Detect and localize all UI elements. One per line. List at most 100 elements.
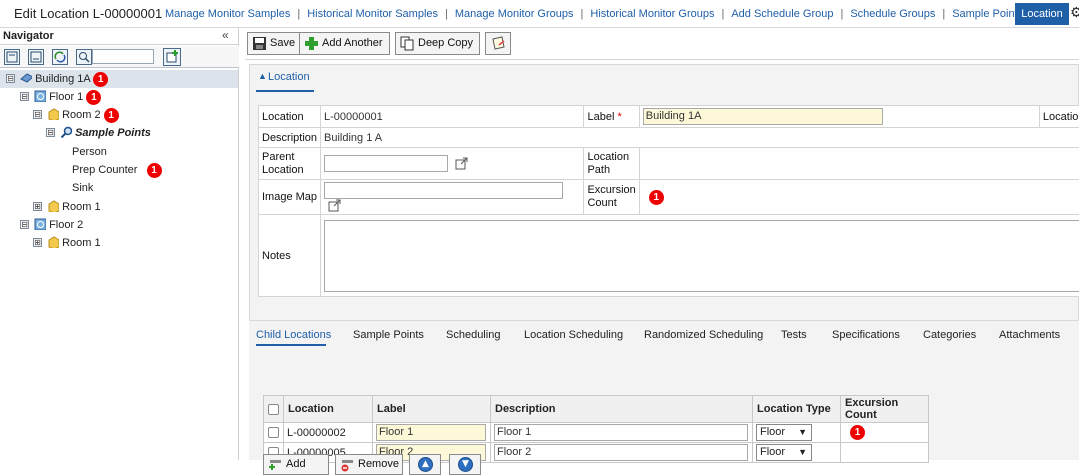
select-all-checkbox[interactable]	[268, 403, 279, 415]
tree-node-person[interactable]: Person	[72, 143, 107, 161]
column-header[interactable]: Description	[490, 395, 753, 423]
add-row-button[interactable]: Add	[263, 454, 329, 475]
excursion-badge: 1	[146, 162, 162, 178]
description-value[interactable]: Building 1 A	[320, 127, 1079, 148]
tree-node-room-2[interactable]: ⊟ Room 2 1	[33, 106, 119, 124]
page-title: Edit Location L-00000001	[14, 6, 163, 21]
tab-sample-points[interactable]: Sample Points	[353, 329, 424, 341]
tree-node-label: Floor 2	[49, 219, 84, 231]
collapse-node-icon[interactable]: ⊟	[33, 110, 42, 119]
navigator-search-input[interactable]	[92, 49, 154, 64]
field-label-notes: Notes	[257, 214, 322, 297]
link-sample-points[interactable]: Sample Points	[952, 8, 1023, 20]
expand-all-icon[interactable]	[4, 49, 20, 65]
collapse-icon[interactable]: «	[222, 28, 229, 42]
tab-location-section[interactable]: Location	[256, 71, 310, 91]
tree-node-sink[interactable]: Sink	[72, 179, 93, 197]
link-manage-monitor-groups[interactable]: Manage Monitor Groups	[455, 8, 574, 20]
tab-location-scheduling[interactable]: Location Scheduling	[524, 329, 623, 341]
note-button[interactable]	[485, 32, 511, 55]
tab-tests[interactable]: Tests	[781, 329, 807, 341]
location-type-select[interactable]: Floor ▼	[756, 424, 812, 441]
tab-randomized-scheduling[interactable]: Randomized Scheduling	[644, 329, 763, 341]
expand-node-icon[interactable]: ⊞	[33, 238, 42, 247]
room-cube-icon	[48, 236, 59, 248]
collapse-node-icon[interactable]: ⊟	[20, 220, 29, 229]
collapse-node-icon[interactable]: ⊟	[46, 128, 55, 137]
tree-node-floor-1[interactable]: ⊟ Floor 1 1	[20, 88, 102, 106]
search-icon[interactable]	[76, 49, 92, 65]
link-add-schedule-group[interactable]: Add Schedule Group	[731, 8, 833, 20]
row-description-cell: Floor 1	[490, 422, 753, 443]
image-map-cell	[320, 179, 585, 215]
add-node-icon[interactable]	[163, 48, 181, 66]
deep-copy-button[interactable]: Deep Copy	[395, 32, 481, 55]
row-checkbox[interactable]	[268, 427, 279, 439]
plus-icon	[305, 37, 318, 50]
row-description-input[interactable]: Floor 2	[494, 444, 748, 461]
magnifier-icon	[60, 126, 72, 138]
move-up-button[interactable]: ▲	[409, 454, 441, 475]
tree-node-label: Room 1	[62, 201, 101, 213]
tree-node-sample-points[interactable]: ⊟ Sample Points	[46, 124, 151, 142]
open-link-icon[interactable]	[455, 157, 468, 170]
field-label-location-cut: Location	[1038, 105, 1079, 128]
child-tabs-panel: Child Locations Sample Points Scheduling…	[249, 320, 1079, 475]
add-another-button[interactable]: Add Another	[299, 32, 390, 55]
tree-node-room-1-floor-2[interactable]: ⊞ Room 1	[33, 234, 101, 252]
building-icon	[20, 73, 32, 83]
collapse-node-icon[interactable]: ⊟	[20, 92, 29, 101]
column-header[interactable]: Label	[372, 395, 491, 423]
field-label-location: Location	[257, 105, 322, 128]
gear-icon[interactable]: ⚙	[1070, 4, 1079, 21]
table-header-row: Location Label Description Location Type…	[263, 395, 929, 423]
link-historical-monitor-samples[interactable]: Historical Monitor Samples	[307, 8, 438, 20]
tree-node-building-1a[interactable]: ⊟ Building 1A 1	[6, 70, 109, 88]
column-header[interactable]: Excursion Count	[840, 395, 929, 423]
location-type-select[interactable]: Floor ▼	[756, 444, 812, 461]
top-bar: Edit Location L-00000001 Manage Monitor …	[0, 0, 1079, 28]
save-icon	[253, 37, 266, 50]
add-row-icon	[269, 460, 281, 470]
tab-scheduling[interactable]: Scheduling	[446, 329, 500, 341]
label-input[interactable]: Building 1A	[642, 108, 883, 125]
notes-textarea[interactable]	[324, 219, 1079, 292]
column-header[interactable]: Location	[283, 395, 373, 423]
remove-row-button[interactable]: Remove	[335, 454, 403, 475]
table-row: L-00000002 Floor 1 Floor 1 Floor ▼ 1	[263, 422, 929, 443]
parent-location-input[interactable]	[324, 155, 449, 172]
row-location: L-00000002	[283, 422, 373, 443]
image-map-input[interactable]	[324, 182, 564, 199]
tab-child-locations[interactable]: Child Locations	[256, 329, 331, 341]
tab-location-active[interactable]: Location	[1015, 3, 1069, 25]
tree-node-prep-counter[interactable]: Prep Counter 1	[72, 161, 162, 179]
link-schedule-groups[interactable]: Schedule Groups	[850, 8, 935, 20]
collapse-all-icon[interactable]	[28, 49, 44, 65]
move-down-button[interactable]: ▼	[449, 454, 481, 475]
tree-node-room-1[interactable]: ⊞ Room 1	[33, 198, 101, 216]
expand-node-icon[interactable]: ⊞	[33, 202, 42, 211]
collapse-node-icon[interactable]: ⊟	[6, 74, 15, 83]
tree-node-label: Sample Points	[75, 127, 151, 139]
copy-icon	[400, 36, 414, 51]
save-button[interactable]: Save	[247, 32, 303, 55]
tab-attachments[interactable]: Attachments	[999, 329, 1060, 341]
excursion-count-badge: 1	[648, 189, 664, 205]
row-description-input[interactable]: Floor 1	[494, 424, 748, 441]
link-separator: |	[942, 8, 946, 20]
tab-specifications[interactable]: Specifications	[832, 329, 900, 341]
open-link-icon[interactable]	[328, 199, 341, 212]
link-manage-monitor-samples[interactable]: Manage Monitor Samples	[165, 8, 290, 20]
excursion-count-badge: 1	[850, 425, 865, 440]
row-label-input[interactable]: Floor 1	[376, 424, 486, 441]
tab-categories[interactable]: Categories	[923, 329, 976, 341]
location-form-panel: ▲ Location Location L-00000001 Label * B…	[249, 64, 1079, 341]
location-type-value: Floor	[760, 446, 786, 458]
column-header[interactable]: Location Type	[752, 395, 841, 423]
tree-node-label: Room 2	[62, 109, 101, 121]
refresh-icon[interactable]	[52, 49, 68, 65]
field-label-label-text: Label	[587, 110, 615, 123]
field-label-location-path: Location Path	[583, 147, 640, 180]
tree-node-floor-2[interactable]: ⊟ Floor 2	[20, 216, 83, 234]
link-historical-monitor-groups[interactable]: Historical Monitor Groups	[590, 8, 714, 20]
